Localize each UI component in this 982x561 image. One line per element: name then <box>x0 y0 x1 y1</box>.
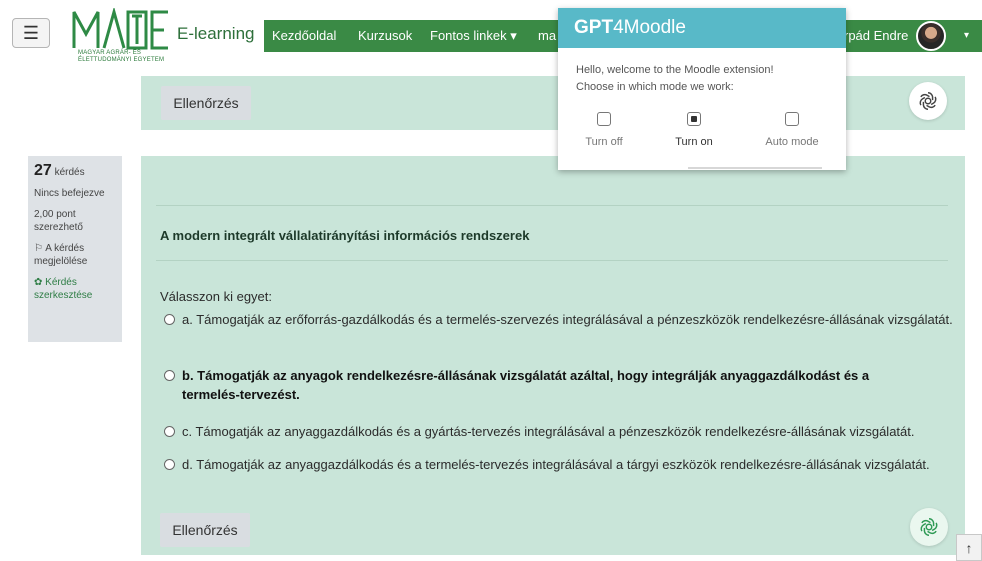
answer-text-c: c. Támogatják az anyaggazdálkodás és a g… <box>182 424 915 439</box>
hamburger-icon: ☰ <box>22 22 40 43</box>
answer-option-d[interactable]: d. Támogatják az anyaggazdálkodás és a t… <box>164 455 934 474</box>
nav-important-links[interactable]: Fontos linkek ▾ <box>424 20 523 52</box>
mode-auto-checkbox[interactable] <box>785 112 799 126</box>
question-panel <box>141 156 965 555</box>
chatgpt-logo-icon <box>920 518 938 536</box>
popup-welcome-text: Hello, welcome to the Moodle extension! <box>576 64 774 76</box>
user-name[interactable]: rpád Endre <box>844 20 908 52</box>
question-number-label: kérdés <box>51 167 85 178</box>
edit-question-link[interactable]: ✿ Kérdés szerkesztése <box>34 276 116 302</box>
hamburger-menu-button[interactable]: ☰ <box>12 18 50 48</box>
edit-line-1: Kérdés <box>45 277 77 288</box>
answer-option-b[interactable]: b. Támogatják az anyagok rendelkezésre-á… <box>164 366 924 404</box>
question-text: A modern integrált vállalatirányítási in… <box>160 228 530 243</box>
question-status: Nincs befejezve <box>34 188 105 199</box>
flag-line-1: A kérdés <box>45 243 85 254</box>
chatgpt-logo-icon <box>919 92 937 110</box>
mode-turn-on-checkbox[interactable] <box>687 112 701 126</box>
mate-logo-mark <box>72 8 168 50</box>
avatar[interactable] <box>916 21 946 51</box>
logo-subtitle-line-1: MAGYAR AGRÁR- ÉS <box>78 50 142 56</box>
answer-radio-d[interactable] <box>164 459 175 470</box>
answer-text-b: b. Támogatják az anyagok rendelkezésre-á… <box>182 368 870 402</box>
flag-question-link[interactable]: ⚐ A kérdés megjelölése <box>34 242 116 268</box>
points-label: szerezhető <box>34 222 83 233</box>
chatgpt-icon[interactable] <box>909 82 947 120</box>
points-value: 2,00 pont <box>34 209 76 220</box>
site-label: E-learning <box>177 24 255 43</box>
popup-instruction-text: Choose in which mode we work: <box>576 81 734 93</box>
mode-auto-label: Auto mode <box>765 136 819 148</box>
check-button-top[interactable]: Ellenőrzés <box>161 86 251 120</box>
divider <box>156 260 948 261</box>
flag-line-2: megjelölése <box>34 256 88 267</box>
question-number: 27 kérdés <box>34 162 116 179</box>
mode-turn-off[interactable]: Turn off <box>564 112 644 150</box>
gear-icon: ✿ <box>34 277 46 288</box>
mode-turn-on-label: Turn on <box>675 136 713 148</box>
question-points: 2,00 pont szerezhető <box>34 208 116 234</box>
answer-radio-c[interactable] <box>164 426 175 437</box>
popup-title-bold: GPT <box>574 17 614 38</box>
answer-text-a: a. Támogatják az erőforrás-gazdálkodás é… <box>182 312 953 327</box>
logo-subtitle: MAGYAR AGRÁR- ÉS ÉLETTUDOMÁNYI EGYETEM <box>78 50 178 64</box>
gpt4moodle-popup: GPT4Moodle Hello, welcome to the Moodle … <box>558 8 846 170</box>
flag-icon: ⚐ <box>34 243 46 254</box>
chatgpt-icon[interactable] <box>910 508 948 546</box>
popup-title: GPT4Moodle <box>558 8 846 48</box>
user-menu-chevron-down-icon[interactable]: ▾ <box>964 20 969 52</box>
divider <box>156 205 948 206</box>
answer-text-d: d. Támogatják az anyaggazdálkodás és a t… <box>182 457 930 472</box>
answer-option-c[interactable]: c. Támogatják az anyaggazdálkodás és a g… <box>164 422 964 441</box>
popup-divider <box>688 167 822 169</box>
popup-title-rest: 4Moodle <box>613 17 686 38</box>
mode-auto[interactable]: Auto mode <box>752 112 832 150</box>
nav-home[interactable]: Kezdőoldal <box>266 20 342 52</box>
answer-radio-b[interactable] <box>164 370 175 381</box>
mode-turn-on[interactable]: Turn on <box>654 112 734 150</box>
scroll-to-top-button[interactable]: ↑ <box>956 534 982 561</box>
logo-subtitle-line-2: ÉLETTUDOMÁNYI EGYETEM <box>78 57 165 63</box>
nav-courses[interactable]: Kurzusok <box>352 20 418 52</box>
check-button[interactable]: Ellenőrzés <box>160 513 250 547</box>
answer-option-a[interactable]: a. Támogatják az erőforrás-gazdálkodás é… <box>164 310 954 329</box>
edit-line-2: szerkesztése <box>34 290 93 301</box>
mate-logo[interactable]: MAGYAR AGRÁR- ÉS ÉLETTUDOMÁNYI EGYETEM <box>72 8 172 66</box>
question-number-value: 27 <box>34 162 52 179</box>
answer-prompt: Válasszon ki egyet: <box>160 289 273 304</box>
popup-description: Hello, welcome to the Moodle extension! … <box>576 62 774 96</box>
question-info-box: 27 kérdés Nincs befejezve 2,00 pont szer… <box>28 156 122 342</box>
mode-turn-off-label: Turn off <box>585 136 623 148</box>
answer-radio-a[interactable] <box>164 314 175 325</box>
mode-turn-off-checkbox[interactable] <box>597 112 611 126</box>
arrow-up-icon: ↑ <box>965 539 973 556</box>
